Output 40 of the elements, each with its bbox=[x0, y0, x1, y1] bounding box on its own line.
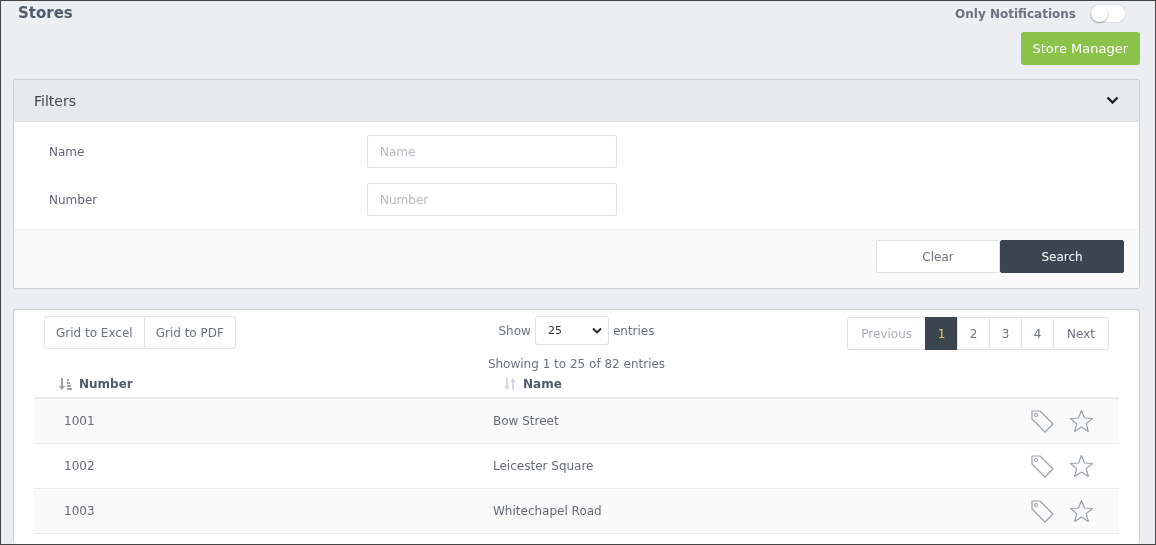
notifications-toggle[interactable] bbox=[1090, 4, 1126, 23]
export-button[interactable]: Grid to Excel bbox=[44, 316, 145, 349]
table-cell-text: Bow Street bbox=[493, 414, 560, 428]
page-button[interactable]: 4 bbox=[1021, 317, 1055, 350]
clear-button[interactable]: Clear bbox=[876, 240, 1000, 273]
entries-label: entries bbox=[612, 323, 655, 338]
table-cell-text: 1002 bbox=[64, 459, 96, 473]
page-button[interactable]: 2 bbox=[957, 317, 991, 350]
tag-icon[interactable] bbox=[1030, 453, 1055, 479]
filters-header[interactable]: Filters bbox=[14, 80, 1139, 122]
field-label: Number bbox=[49, 192, 99, 207]
sort-icon[interactable] bbox=[59, 377, 73, 391]
table-cell-text: Whitechapel Road bbox=[493, 504, 603, 518]
page-title: Stores bbox=[18, 4, 73, 22]
export-button[interactable]: Grid to PDF bbox=[144, 316, 236, 349]
star-icon[interactable] bbox=[1069, 453, 1094, 479]
tag-icon[interactable] bbox=[1030, 408, 1055, 434]
search-button[interactable]: Search bbox=[1000, 240, 1124, 273]
field-label: Name bbox=[49, 144, 86, 159]
page-button[interactable]: 3 bbox=[989, 317, 1023, 350]
column-header[interactable]: Name bbox=[523, 377, 562, 391]
chevron-icon bbox=[591, 327, 602, 334]
panel-title: Filters bbox=[34, 92, 76, 109]
tag-icon[interactable] bbox=[1030, 498, 1055, 524]
chevron-icon[interactable] bbox=[1106, 96, 1119, 105]
sort-icon[interactable] bbox=[503, 377, 517, 391]
table-cell-text: 1001 bbox=[64, 414, 96, 428]
entries-info: Showing 1 to 25 of 82 entries bbox=[487, 357, 666, 371]
column-header[interactable]: Number bbox=[79, 377, 133, 391]
input-field[interactable]: Number bbox=[367, 183, 617, 216]
show-label: Show bbox=[498, 323, 531, 338]
page-button[interactable]: 1 bbox=[925, 317, 959, 350]
toggle-label: Only Notifications bbox=[955, 6, 1076, 21]
star-icon[interactable] bbox=[1069, 408, 1094, 434]
page-size-select[interactable]: 25 bbox=[534, 316, 609, 345]
input-field[interactable]: Name bbox=[367, 135, 617, 168]
star-icon[interactable] bbox=[1069, 498, 1094, 524]
table-cell-text: 1003 bbox=[64, 504, 96, 518]
table-cell-text: Leicester Square bbox=[493, 459, 595, 473]
page-button[interactable]: Next bbox=[1053, 317, 1109, 350]
